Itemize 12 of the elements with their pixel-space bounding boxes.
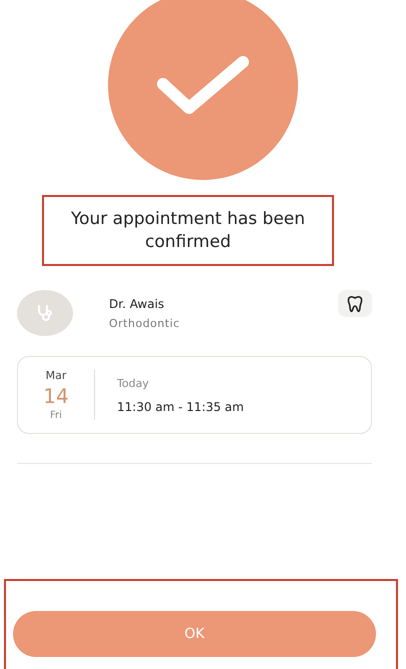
check-icon [155, 54, 251, 116]
appointment-day-label: Today [117, 376, 150, 390]
ok-button[interactable]: OK [13, 611, 376, 657]
appointment-time: 11:30 am - 11:35 am [117, 400, 244, 414]
doctor-name: Dr. Awais [109, 296, 166, 310]
date-month: Mar [46, 369, 66, 382]
date-day: 14 [43, 384, 69, 408]
doctor-specialty: Orthodontic [109, 316, 181, 330]
date-weekday: Fri [50, 410, 62, 421]
confirmation-title: Your appointment has been confirmed [70, 208, 306, 254]
stethoscope-icon [35, 303, 55, 323]
tooth-icon [346, 294, 364, 312]
